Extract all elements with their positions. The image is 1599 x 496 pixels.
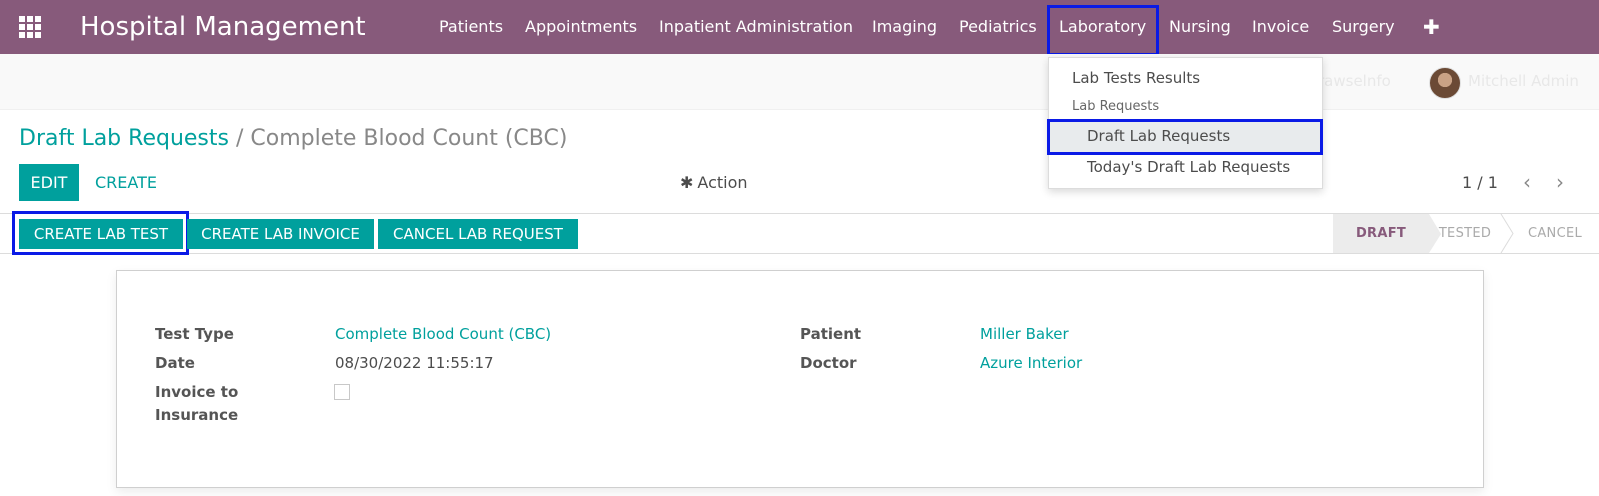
breadcrumb-separator: / <box>235 126 244 151</box>
date-value: 08/30/2022 11:55:17 <box>335 354 494 372</box>
test-type-label: Test Type <box>155 325 234 343</box>
invoice-to-insurance-label-line2: Insurance <box>155 406 239 424</box>
cancel-lab-request-button[interactable]: CANCEL LAB REQUEST <box>378 219 578 249</box>
doctor-value[interactable]: Azure Interior <box>980 352 1082 375</box>
menu-surgery[interactable]: Surgery <box>1332 0 1395 54</box>
doctor-label: Doctor <box>800 354 857 372</box>
dropdown-item-draft-lab-requests[interactable]: Draft Lab Requests <box>1087 125 1230 147</box>
stage-draft: DRAFT <box>1333 214 1429 253</box>
gear-icon: ✱ <box>680 173 694 192</box>
menu-patients[interactable]: Patients <box>439 0 503 54</box>
create-button[interactable]: CREATE <box>95 164 157 201</box>
pager-next-icon[interactable]: › <box>1556 170 1564 194</box>
invoice-to-insurance-label-line1: Invoice to <box>155 383 239 401</box>
edit-button[interactable]: EDIT <box>19 164 79 201</box>
breadcrumb-current: Complete Blood Count (CBC) <box>250 126 568 151</box>
menu-imaging[interactable]: Imaging <box>872 0 937 54</box>
user-name[interactable]: Mitchell Admin <box>1468 72 1579 90</box>
dropdown-section-lab-requests: Lab Requests <box>1072 99 1160 114</box>
breadcrumb-parent-link[interactable]: Draft Lab Requests <box>19 126 229 151</box>
action-label: Action <box>697 173 748 192</box>
menu-invoice[interactable]: Invoice <box>1252 0 1309 54</box>
dropdown-item-todays-draft-lab-requests[interactable]: Today's Draft Lab Requests <box>1087 156 1290 178</box>
dropdown-item-lab-tests-results[interactable]: Lab Tests Results <box>1072 67 1200 89</box>
menu-appointments[interactable]: Appointments <box>525 0 637 54</box>
date-label: Date <box>155 354 195 372</box>
database-name: rawselnfo <box>1318 72 1391 90</box>
form-sheet <box>116 270 1484 488</box>
create-lab-test-button[interactable]: CREATE LAB TEST <box>19 219 183 249</box>
plus-icon[interactable]: ✚ <box>1423 16 1440 38</box>
menu-nursing[interactable]: Nursing <box>1169 0 1231 54</box>
test-type-value[interactable]: Complete Blood Count (CBC) <box>335 323 551 346</box>
pager-prev-icon[interactable]: ‹ <box>1523 170 1531 194</box>
pager-value[interactable]: 1 / 1 <box>1462 172 1498 194</box>
apps-grid-icon[interactable] <box>18 15 42 39</box>
menu-laboratory[interactable]: Laboratory <box>1059 0 1146 54</box>
stage-cancel[interactable]: CANCEL <box>1512 214 1598 253</box>
stage-tested[interactable]: TESTED <box>1430 214 1500 253</box>
menu-inpatient-administration[interactable]: Inpatient Administration <box>659 0 853 54</box>
patient-label: Patient <box>800 325 862 343</box>
breadcrumb: Draft Lab Requests / Complete Blood Coun… <box>19 124 567 154</box>
action-dropdown[interactable]: ✱ Action <box>680 172 748 194</box>
menu-pediatrics[interactable]: Pediatrics <box>959 0 1037 54</box>
avatar[interactable] <box>1429 67 1461 99</box>
create-lab-invoice-button[interactable]: CREATE LAB INVOICE <box>187 219 374 249</box>
invoice-to-insurance-checkbox[interactable] <box>334 384 350 400</box>
top-navbar: Hospital Management Patients Appointment… <box>0 0 1599 54</box>
app-brand-title[interactable]: Hospital Management <box>80 10 366 44</box>
patient-value[interactable]: Miller Baker <box>980 323 1069 346</box>
